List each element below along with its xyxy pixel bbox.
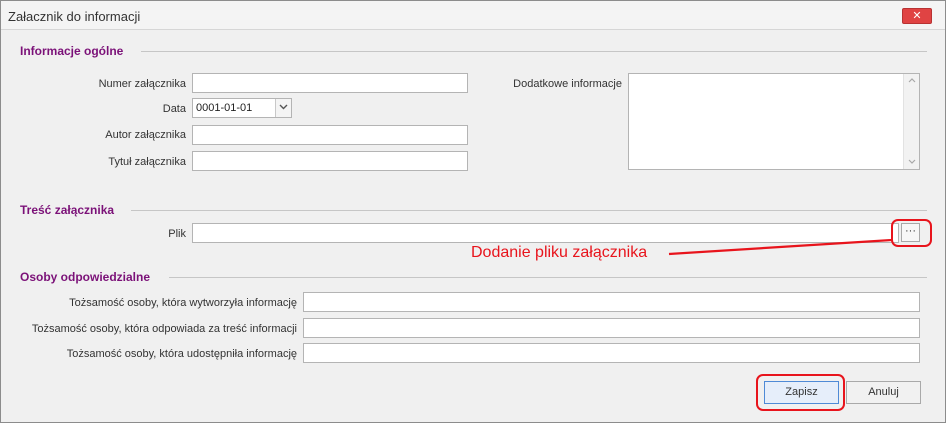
additional-info-textarea[interactable] [628, 73, 920, 170]
responsible-label: Tożsamość osoby, która odpowiada za treś… [31, 323, 297, 335]
chevron-down-icon [908, 159, 916, 164]
date-value: 0001-01-01 [196, 102, 253, 114]
number-label: Numer załącznika [98, 78, 186, 90]
section-title-general: Informacje ogólne [20, 44, 124, 58]
section-title-persons: Osoby odpowiedzialne [20, 270, 151, 284]
author-input[interactable] [192, 125, 468, 145]
window-title: Załacznik do informacji [8, 9, 141, 24]
chevron-down-icon [279, 104, 288, 110]
annotation-highlight-browse [891, 219, 932, 247]
date-dropdown-button[interactable] [275, 99, 291, 117]
chevron-up-icon [908, 78, 916, 83]
responsible-input[interactable] [303, 318, 920, 338]
title-bar: Załacznik do informacji ✕ [1, 1, 945, 30]
date-label: Data [162, 103, 186, 115]
cancel-button[interactable]: Anuluj [846, 381, 921, 404]
close-icon: ✕ [912, 10, 922, 22]
shared-by-input[interactable] [303, 343, 920, 363]
additional-info-label: Dodatkowe informacje [513, 78, 622, 90]
scroll-up-button[interactable] [904, 74, 919, 88]
author-label: Autor załącznika [105, 129, 186, 141]
created-by-label: Tożsamość osoby, która wytworzyła inform… [69, 297, 297, 309]
title-label: Tytuł załącznika [108, 156, 186, 168]
number-input[interactable] [192, 73, 468, 93]
section-divider-general [141, 51, 927, 52]
section-divider-content [131, 210, 927, 211]
created-by-input[interactable] [303, 292, 920, 312]
scroll-down-button[interactable] [904, 155, 919, 169]
annotation-text: Dodanie pliku załącznika [471, 244, 648, 261]
close-button[interactable]: ✕ [902, 8, 932, 24]
dialog-window: Załacznik do informacji ✕ Informacje ogó… [0, 0, 946, 423]
annotation-highlight-save [756, 374, 845, 411]
section-title-content: Treść załącznika [20, 203, 115, 217]
title-input[interactable] [192, 151, 468, 171]
section-divider-persons [169, 277, 927, 278]
date-picker[interactable]: 0001-01-01 [192, 98, 292, 118]
file-label: Plik [168, 228, 186, 240]
shared-by-label: Tożsamość osoby, która udostępniła infor… [66, 348, 297, 360]
textarea-scrollbar[interactable] [903, 74, 919, 169]
annotation-arrow [668, 238, 893, 256]
